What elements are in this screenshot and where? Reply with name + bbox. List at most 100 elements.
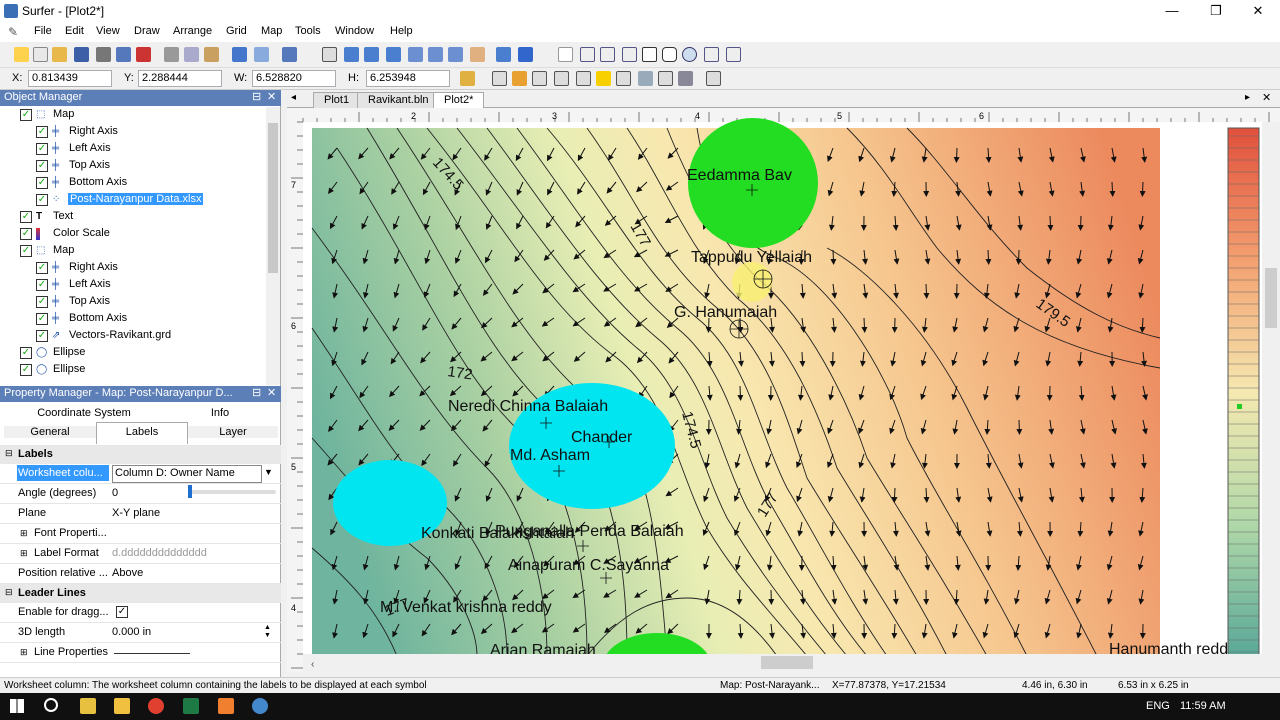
restore-button[interactable]: ❐ (1194, 0, 1238, 22)
print-icon[interactable] (96, 47, 111, 62)
menu-window[interactable]: Window (335, 25, 374, 37)
cut-icon[interactable] (164, 47, 179, 62)
polygon-icon[interactable] (580, 47, 595, 62)
new-icon[interactable] (14, 47, 29, 62)
search-icon[interactable] (44, 698, 58, 712)
zoom-out-icon[interactable] (364, 47, 379, 62)
menu-edit[interactable]: Edit (65, 25, 84, 37)
expand-icon[interactable]: ⊞ (20, 528, 28, 539)
tab-plot1[interactable]: Plot1 (313, 92, 361, 108)
position-value[interactable]: Above (112, 567, 143, 579)
panel-close-icon[interactable]: ✕ (267, 386, 276, 399)
tab-labels[interactable]: Labels (96, 422, 188, 444)
panel-close-icon[interactable]: ✕ (267, 90, 276, 103)
spinner-icon[interactable]: ▲ ▼ (264, 624, 271, 640)
prop-plane[interactable]: Plane X-Y plane (0, 504, 281, 524)
lock-icon[interactable] (460, 71, 475, 86)
angle-slider-thumb[interactable] (188, 485, 192, 498)
surfer-icon[interactable] (218, 698, 234, 714)
visible-checkbox[interactable]: ✓ (36, 313, 48, 325)
tree-scrollbar[interactable] (266, 107, 280, 385)
menu-map[interactable]: Map (261, 25, 282, 37)
plane-value[interactable]: X-Y plane (112, 507, 160, 519)
angle-slider[interactable] (188, 490, 276, 494)
new-worksheet-icon[interactable] (33, 47, 48, 62)
scroll-left-icon[interactable]: ‹ (311, 659, 314, 670)
visible-checkbox[interactable]: ✓ (36, 160, 48, 172)
rectangle-icon[interactable] (642, 47, 657, 62)
zoom-page-icon[interactable] (386, 47, 401, 62)
w-field[interactable]: 6.528820 (252, 70, 336, 87)
visible-checkbox[interactable]: ✓ (36, 126, 48, 138)
tab-general[interactable]: General (4, 426, 96, 438)
select-icon[interactable] (322, 47, 337, 62)
task-view-icon[interactable] (80, 698, 96, 714)
prop-font[interactable]: ⊞ Font Properti... (0, 524, 281, 544)
pin-icon[interactable]: ⊟ (252, 90, 261, 103)
x-field[interactable]: 0.813439 (28, 70, 112, 87)
visible-checkbox[interactable]: ✓ (36, 330, 48, 342)
save-icon[interactable] (74, 47, 89, 62)
zoom-in-icon[interactable] (344, 47, 359, 62)
prop-angle[interactable]: Angle (degrees) 0 (0, 484, 281, 504)
color-scale-bar[interactable] (1227, 127, 1260, 657)
visible-checkbox[interactable]: ✓ (36, 262, 48, 274)
y-field[interactable]: 2.288444 (138, 70, 222, 87)
rounded-rect-icon[interactable] (662, 47, 677, 62)
ellipse-icon[interactable] (682, 47, 697, 62)
zoom-select-icon[interactable] (448, 47, 463, 62)
tab-ravikant-bln[interactable]: Ravikant.bln (357, 92, 440, 108)
tab-layer[interactable]: Layer (188, 426, 278, 438)
visible-checkbox[interactable]: ✓ (36, 177, 48, 189)
paste-icon[interactable] (204, 47, 219, 62)
h-field[interactable]: 6.253948 (366, 70, 450, 87)
text-icon[interactable] (558, 47, 573, 62)
dropdown-arrow-icon[interactable]: ▼ (264, 467, 273, 477)
tab-coordinate-system[interactable]: Coordinate System (4, 407, 164, 419)
menu-grid[interactable]: Grid (226, 25, 247, 37)
excel-icon[interactable] (183, 698, 199, 714)
visible-checkbox[interactable]: ✓ (36, 194, 48, 206)
list-icon[interactable] (554, 71, 569, 86)
prop-3d-length[interactable]: 3D length 0.000 in ▲ ▼ (0, 623, 281, 643)
menu-draw[interactable]: Draw (134, 25, 160, 37)
redraw-icon[interactable] (496, 47, 511, 62)
leader-lines-section[interactable]: Leader Lines (0, 584, 281, 603)
vertical-scroll-thumb[interactable] (1265, 268, 1277, 328)
menu-view[interactable]: View (96, 25, 120, 37)
image-icon[interactable] (576, 71, 591, 86)
collapse-icon[interactable]: ⊟ (5, 587, 13, 598)
taskbar-lang[interactable]: ENG (1146, 700, 1170, 712)
line-props-icon[interactable] (532, 71, 547, 86)
close-doc-icon[interactable]: ✕ (1262, 91, 1271, 104)
spline-icon[interactable] (704, 47, 719, 62)
visible-checkbox[interactable]: ✓ (20, 211, 32, 223)
enable-drag-checkbox[interactable]: ✓ (116, 606, 128, 618)
visible-checkbox[interactable]: ✓ (20, 347, 32, 359)
menu-arrange[interactable]: Arrange (173, 25, 212, 37)
prop-line-properties[interactable]: ⊞ Line Properties (0, 643, 281, 663)
tool-a-icon[interactable] (616, 71, 631, 86)
visible-checkbox[interactable]: ✓ (20, 245, 32, 257)
copy-icon[interactable] (184, 47, 199, 62)
tab-scroll-right-icon[interactable]: ▸ (1245, 92, 1250, 103)
format-value[interactable]: d.dddddddddddddd (112, 547, 207, 559)
menu-help[interactable]: Help (390, 25, 413, 37)
close-button[interactable]: ✕ (1236, 0, 1280, 22)
expand-icon[interactable]: ⊞ (20, 548, 28, 559)
visible-checkbox[interactable]: ✓ (36, 143, 48, 155)
length-value[interactable]: 0.000 in (112, 626, 151, 638)
visible-checkbox[interactable]: ✓ (20, 109, 32, 121)
zoom-fit-icon[interactable] (428, 47, 443, 62)
vertical-scrollbar[interactable] (1262, 122, 1280, 654)
tool-d-icon[interactable] (678, 71, 693, 86)
undo-icon[interactable] (232, 47, 247, 62)
visible-checkbox[interactable]: ✓ (36, 296, 48, 308)
plot-canvas[interactable]: 2 3 4 5 6 7 6 5 4 174.5 177 172 174.5 17… (287, 108, 1280, 672)
collapse-icon[interactable]: ⊟ (5, 448, 13, 459)
fill-icon[interactable] (512, 71, 527, 86)
prop-worksheet-column[interactable]: Worksheet colu... Column D: Owner Name ▼ (0, 464, 281, 484)
redo-icon[interactable] (254, 47, 269, 62)
tree-scroll-thumb[interactable] (268, 123, 278, 273)
chrome-icon[interactable] (148, 698, 164, 714)
